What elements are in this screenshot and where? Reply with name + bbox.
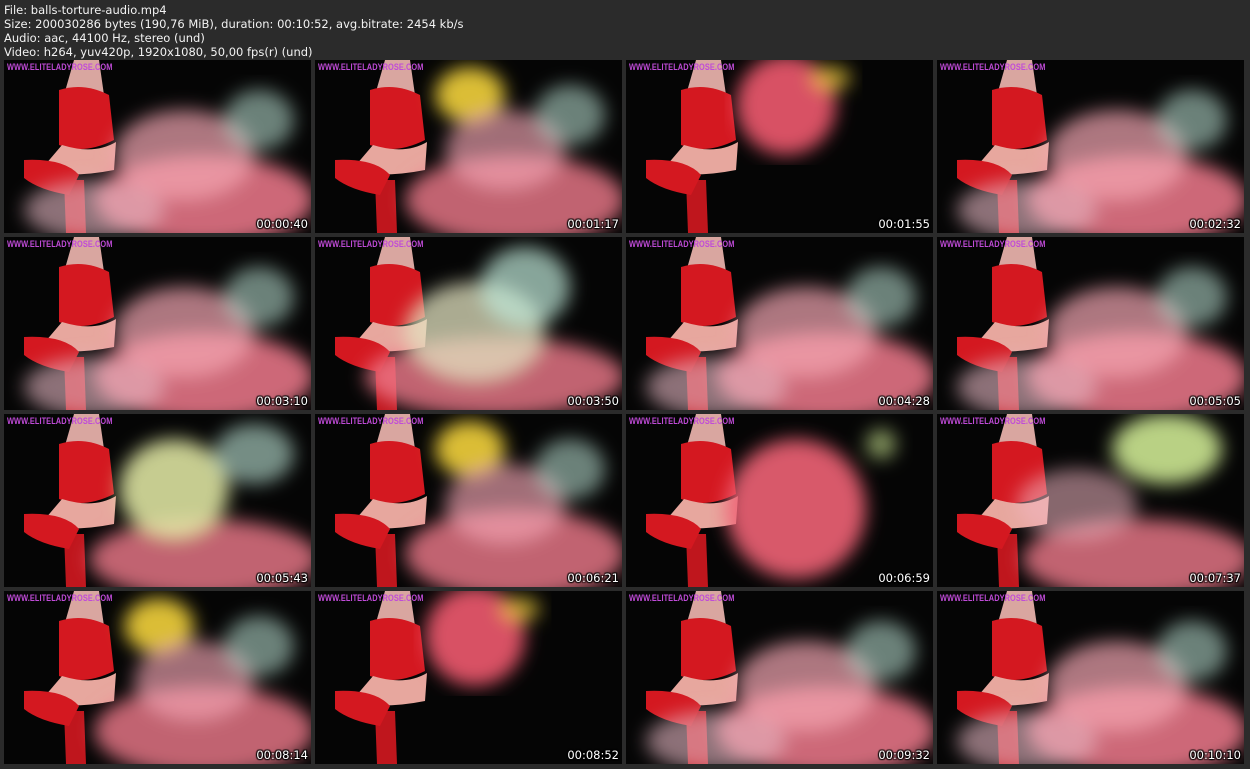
watermark-text: WWW.ELITELADYROSE.COM xyxy=(7,62,113,72)
watermark-text: WWW.ELITELADYROSE.COM xyxy=(7,593,113,603)
frame-timestamp: 00:03:50 xyxy=(567,394,619,408)
thumbnail-frame[interactable]: WWW.ELITELADYROSE.COM 00:06:59 xyxy=(626,414,933,587)
frame-timestamp: 00:09:32 xyxy=(878,748,930,762)
frame-image xyxy=(937,414,1244,587)
thumbnail-frame[interactable]: WWW.ELITELADYROSE.COM 00:10:10 xyxy=(937,591,1244,764)
frame-image xyxy=(315,414,622,587)
file-info-header: File: balls-torture-audio.mp4 Size: 2000… xyxy=(4,3,1244,59)
frame-image xyxy=(315,591,622,764)
frame-timestamp: 00:02:32 xyxy=(1189,217,1241,231)
audio-info-line: Audio: aac, 44100 Hz, stereo (und) xyxy=(4,31,205,45)
frame-timestamp: 00:08:52 xyxy=(567,748,619,762)
frame-image xyxy=(937,60,1244,233)
watermark-text: WWW.ELITELADYROSE.COM xyxy=(629,239,735,249)
thumbnail-frame[interactable]: WWW.ELITELADYROSE.COM 00:01:55 xyxy=(626,60,933,233)
frame-timestamp: 00:10:10 xyxy=(1189,748,1241,762)
frame-image xyxy=(626,591,933,764)
video-info-line: Video: h264, yuv420p, 1920x1080, 50,00 f… xyxy=(4,45,313,59)
frame-image xyxy=(626,414,933,587)
thumbnail-frame[interactable]: WWW.ELITELADYROSE.COM 00:05:43 xyxy=(4,414,311,587)
frame-timestamp: 00:05:43 xyxy=(256,571,308,585)
frame-image xyxy=(937,237,1244,410)
frame-image xyxy=(937,591,1244,764)
thumbnail-frame[interactable]: WWW.ELITELADYROSE.COM 00:02:32 xyxy=(937,60,1244,233)
thumbnail-frame[interactable]: WWW.ELITELADYROSE.COM 00:08:52 xyxy=(315,591,622,764)
watermark-text: WWW.ELITELADYROSE.COM xyxy=(318,593,424,603)
file-name-line: File: balls-torture-audio.mp4 xyxy=(4,3,167,17)
thumbnail-frame[interactable]: WWW.ELITELADYROSE.COM 00:03:50 xyxy=(315,237,622,410)
frame-timestamp: 00:06:59 xyxy=(878,571,930,585)
frame-timestamp: 00:00:40 xyxy=(256,217,308,231)
watermark-text: WWW.ELITELADYROSE.COM xyxy=(7,239,113,249)
watermark-text: WWW.ELITELADYROSE.COM xyxy=(318,416,424,426)
watermark-text: WWW.ELITELADYROSE.COM xyxy=(940,416,1046,426)
frame-image xyxy=(4,237,311,410)
frame-timestamp: 00:07:37 xyxy=(1189,571,1241,585)
watermark-text: WWW.ELITELADYROSE.COM xyxy=(940,62,1046,72)
thumbnail-frame[interactable]: WWW.ELITELADYROSE.COM 00:01:17 xyxy=(315,60,622,233)
thumbnail-frame[interactable]: WWW.ELITELADYROSE.COM 00:00:40 xyxy=(4,60,311,233)
frame-image xyxy=(315,237,622,410)
frame-timestamp: 00:04:28 xyxy=(878,394,930,408)
frame-image xyxy=(626,60,933,233)
file-size-line: Size: 200030286 bytes (190,76 MiB), dura… xyxy=(4,17,464,31)
frame-timestamp: 00:01:55 xyxy=(878,217,930,231)
watermark-text: WWW.ELITELADYROSE.COM xyxy=(629,62,735,72)
thumbnail-frame[interactable]: WWW.ELITELADYROSE.COM 00:03:10 xyxy=(4,237,311,410)
frame-timestamp: 00:05:05 xyxy=(1189,394,1241,408)
watermark-text: WWW.ELITELADYROSE.COM xyxy=(940,239,1046,249)
frame-image xyxy=(4,414,311,587)
frame-image xyxy=(315,60,622,233)
frame-timestamp: 00:06:21 xyxy=(567,571,619,585)
watermark-text: WWW.ELITELADYROSE.COM xyxy=(940,593,1046,603)
frame-image xyxy=(626,237,933,410)
thumbnail-frame[interactable]: WWW.ELITELADYROSE.COM 00:05:05 xyxy=(937,237,1244,410)
thumbnail-grid: WWW.ELITELADYROSE.COM 00:00:40 WWW.ELITEL… xyxy=(4,60,1244,764)
frame-image xyxy=(4,60,311,233)
thumbnail-frame[interactable]: WWW.ELITELADYROSE.COM 00:09:32 xyxy=(626,591,933,764)
watermark-text: WWW.ELITELADYROSE.COM xyxy=(7,416,113,426)
thumbnail-frame[interactable]: WWW.ELITELADYROSE.COM 00:08:14 xyxy=(4,591,311,764)
frame-image xyxy=(4,591,311,764)
watermark-text: WWW.ELITELADYROSE.COM xyxy=(629,593,735,603)
thumbnail-frame[interactable]: WWW.ELITELADYROSE.COM 00:06:21 xyxy=(315,414,622,587)
thumbnail-frame[interactable]: WWW.ELITELADYROSE.COM 00:07:37 xyxy=(937,414,1244,587)
watermark-text: WWW.ELITELADYROSE.COM xyxy=(629,416,735,426)
frame-timestamp: 00:03:10 xyxy=(256,394,308,408)
watermark-text: WWW.ELITELADYROSE.COM xyxy=(318,62,424,72)
watermark-text: WWW.ELITELADYROSE.COM xyxy=(318,239,424,249)
frame-timestamp: 00:01:17 xyxy=(567,217,619,231)
thumbnail-frame[interactable]: WWW.ELITELADYROSE.COM 00:04:28 xyxy=(626,237,933,410)
frame-timestamp: 00:08:14 xyxy=(256,748,308,762)
